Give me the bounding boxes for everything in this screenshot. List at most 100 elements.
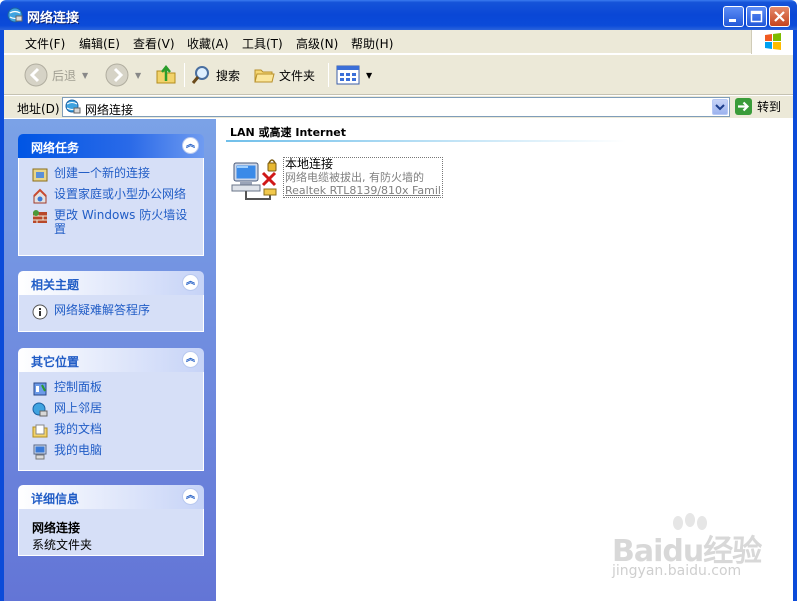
standard-toolbar: 后退 ▼ ▼ 搜索 文件夹 ▼ <box>4 55 793 95</box>
panel-title: 相关主题 <box>31 278 80 292</box>
task-create-connection[interactable]: 创建一个新的连接 <box>32 166 203 183</box>
place-label: 控制面板 <box>54 380 103 394</box>
group-divider <box>226 140 626 142</box>
menu-favorites[interactable]: 收藏(A) <box>187 35 229 52</box>
details-type: 系统文件夹 <box>32 538 93 552</box>
place-label: 我的文档 <box>54 422 103 436</box>
related-topics-header[interactable]: 相关主题 ︽ <box>18 271 204 295</box>
control-panel-icon <box>33 382 47 396</box>
task-firewall-settings[interactable]: 更改 Windows 防火墙设置 <box>32 208 203 236</box>
group-header: LAN 或高速 Internet <box>230 126 347 139</box>
go-button[interactable]: 转到 <box>735 98 781 115</box>
network-tasks-header[interactable]: 网络任务 ︽ <box>18 134 204 158</box>
details-body: 网络连接 系统文件夹 <box>18 509 204 556</box>
place-network-places[interactable]: 网上邻居 <box>32 401 203 418</box>
menu-help[interactable]: 帮助(H) <box>351 35 393 52</box>
task-label: 更改 Windows 防火墙设置 <box>54 208 188 236</box>
address-input[interactable]: 网络连接 <box>62 97 730 117</box>
collapse-icon[interactable]: ︽ <box>182 274 199 291</box>
views-dropdown-icon[interactable]: ▼ <box>366 71 372 80</box>
search-label: 搜索 <box>216 68 241 83</box>
back-dropdown-icon[interactable]: ▼ <box>82 71 88 80</box>
menu-edit[interactable]: 编辑(E) <box>79 35 120 52</box>
go-label: 转到 <box>757 100 782 114</box>
maximize-icon <box>750 10 763 23</box>
views-button[interactable]: ▼ <box>336 63 372 87</box>
place-control-panel[interactable]: 控制面板 <box>32 380 203 397</box>
menu-file[interactable]: 文件(F) <box>25 35 65 52</box>
address-label: 地址(D) <box>17 102 60 116</box>
info-icon <box>32 304 48 320</box>
connection-name: 本地连接 <box>285 157 334 171</box>
close-icon <box>774 11 785 22</box>
back-button[interactable]: 后退 ▼ <box>24 63 88 87</box>
my-computer-icon <box>33 444 47 460</box>
new-connection-icon <box>32 168 48 182</box>
task-label: 设置家庭或小型办公网络 <box>54 187 187 201</box>
place-label: 网上邻居 <box>54 401 103 415</box>
collapse-icon[interactable]: ︽ <box>182 351 199 368</box>
toolbar-separator <box>328 63 329 87</box>
task-home-network[interactable]: 设置家庭或小型办公网络 <box>32 187 203 204</box>
toolbar-separator <box>184 63 185 87</box>
forward-button[interactable]: ▼ <box>105 63 141 87</box>
network-tasks-panel: 网络任务 ︽ 创建一个新的连接 设置家庭或小型办公网络 更改 Windows 防… <box>18 134 204 256</box>
local-area-connection[interactable]: 本地连接 网络电缆被拔出, 有防火墙的 Realtek RTL8139/810x… <box>230 157 460 205</box>
related-topics-body: 网络疑难解答程序 <box>18 295 204 332</box>
menu-view[interactable]: 查看(V) <box>133 35 175 52</box>
folders-button[interactable]: 文件夹 <box>253 63 315 87</box>
other-places-body: 控制面板 网上邻居 我的文档 我的电脑 <box>18 372 204 471</box>
task-pane: 网络任务 ︽ 创建一个新的连接 设置家庭或小型办公网络 更改 Windows 防… <box>4 119 216 601</box>
task-label: 创建一个新的连接 <box>54 166 151 180</box>
folders-icon <box>254 69 275 83</box>
back-arrow-icon <box>24 63 48 87</box>
panel-title: 网络任务 <box>31 141 80 155</box>
details-header[interactable]: 详细信息 ︽ <box>18 485 204 509</box>
address-bar: 地址(D) 网络连接 转到 <box>4 96 793 118</box>
network-connections-icon <box>65 99 81 114</box>
back-label: 后退 <box>52 68 77 83</box>
panel-title: 详细信息 <box>31 492 80 506</box>
forward-arrow-icon <box>105 63 129 87</box>
minimize-button[interactable] <box>723 6 744 27</box>
folders-label: 文件夹 <box>279 68 316 83</box>
other-places-header[interactable]: 其它位置 ︽ <box>18 348 204 372</box>
views-icon <box>336 65 360 85</box>
details-name: 网络连接 <box>32 521 81 535</box>
task-label: 网络疑难解答程序 <box>54 303 151 317</box>
address-dropdown-button[interactable] <box>712 99 728 115</box>
collapse-icon[interactable]: ︽ <box>182 137 199 154</box>
network-places-icon <box>32 402 48 417</box>
menu-tools[interactable]: 工具(T) <box>242 35 283 52</box>
collapse-icon[interactable]: ︽ <box>182 488 199 505</box>
forward-dropdown-icon[interactable]: ▼ <box>135 71 141 80</box>
task-network-troubleshooter[interactable]: 网络疑难解答程序 <box>32 303 203 320</box>
place-label: 我的电脑 <box>54 443 103 457</box>
chevron-down-icon <box>715 104 725 111</box>
window-frame-right <box>793 30 797 601</box>
title-bar[interactable]: 网络连接 <box>0 0 797 30</box>
connection-status: 网络电缆被拔出, 有防火墙的 <box>285 171 424 184</box>
my-documents-icon <box>32 424 48 438</box>
up-folder-icon <box>156 64 176 84</box>
windows-flag-icon <box>765 33 781 50</box>
place-my-computer[interactable]: 我的电脑 <box>32 443 203 460</box>
maximize-button[interactable] <box>746 6 767 27</box>
firewall-icon <box>33 210 47 223</box>
window-title: 网络连接 <box>27 11 80 26</box>
menu-bar: 文件(F) 编辑(E) 查看(V) 收藏(A) 工具(T) 高级(N) 帮助(H… <box>4 30 793 54</box>
address-value: 网络连接 <box>85 103 134 117</box>
related-topics-panel: 相关主题 ︽ 网络疑难解答程序 <box>18 271 204 332</box>
place-my-documents[interactable]: 我的文档 <box>32 422 203 439</box>
connection-label-box: 本地连接 网络电缆被拔出, 有防火墙的 Realtek RTL8139/810x… <box>283 157 443 198</box>
network-tasks-body: 创建一个新的连接 设置家庭或小型办公网络 更改 Windows 防火墙设置 <box>18 158 204 256</box>
details-panel: 详细信息 ︽ 网络连接 系统文件夹 <box>18 485 204 556</box>
search-button[interactable]: 搜索 <box>190 63 240 87</box>
search-icon <box>191 66 209 84</box>
go-arrow-icon <box>735 98 752 115</box>
menu-advanced[interactable]: 高级(N) <box>296 35 338 52</box>
up-folder-button[interactable] <box>154 63 178 87</box>
watermark-sub: jingyan.baidu.com <box>612 563 742 579</box>
minimize-icon <box>729 19 736 22</box>
close-button[interactable] <box>769 6 790 27</box>
